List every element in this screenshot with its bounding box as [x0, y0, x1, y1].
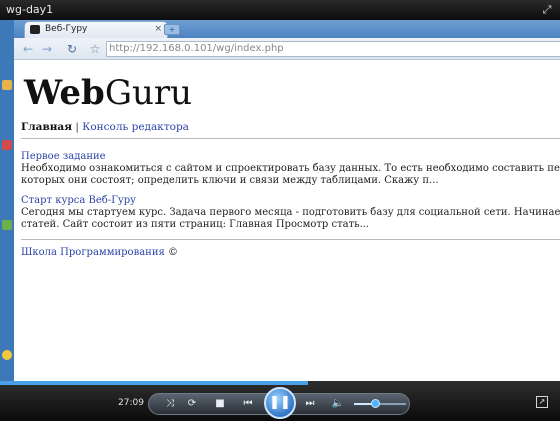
article: Первое задание Необходимо ознакомиться с…: [21, 151, 560, 187]
article-excerpt: которых они состоят; определить ключи и …: [21, 175, 439, 186]
new-tab-button[interactable]: +: [164, 24, 180, 35]
browser-toolbar: ← → ↻ ☆ http://192.168.0.101/wg/index.ph…: [14, 38, 560, 60]
desktop-folder-icon: [2, 80, 12, 90]
reload-icon[interactable]: ↻: [64, 41, 80, 57]
video-area[interactable]: Веб-Гуру × + ← → ↻ ☆ http://192.168.0.10…: [0, 20, 560, 381]
logo-web: Web: [24, 73, 105, 113]
previous-icon[interactable]: ⏮: [240, 397, 256, 411]
browser-tab[interactable]: Веб-Гуру ×: [24, 21, 168, 38]
speaker-icon[interactable]: 🔈: [330, 397, 346, 411]
back-arrow-icon[interactable]: ←: [20, 41, 36, 57]
switch-view-icon[interactable]: ↗: [536, 396, 548, 408]
footer-school-link[interactable]: Школа Программирования: [21, 247, 165, 258]
article-excerpt: Сегодня мы стартуем курс. Задача первого…: [21, 207, 560, 218]
player-titlebar: wg-day1 ⤢: [0, 0, 560, 20]
browser-window: Веб-Гуру × + ← → ↻ ☆ http://192.168.0.10…: [14, 20, 560, 381]
article-excerpt: Необходимо ознакомиться с сайтом и спрое…: [21, 163, 560, 174]
player-controls: 27:09 ⤨ ⟳ ■ ⏮ ❚❚ ⏭ 🔈 ↗: [0, 385, 560, 421]
site-footer: Школа Программирования ©: [21, 247, 178, 258]
tab-favicon-icon: [30, 25, 40, 34]
nav-separator: |: [75, 121, 79, 133]
fullscreen-toggle-icon[interactable]: ⤢: [540, 3, 554, 17]
time-display: 27:09: [118, 398, 144, 408]
site-logo[interactable]: WebGuru: [24, 73, 192, 113]
stop-icon[interactable]: ■: [212, 397, 228, 411]
divider: [21, 138, 560, 139]
desktop-app-icon: [2, 140, 12, 150]
nav-editor-console[interactable]: Консоль редактора: [82, 121, 189, 133]
address-bar[interactable]: http://192.168.0.101/wg/index.php: [106, 41, 560, 57]
next-icon[interactable]: ⏭: [302, 397, 318, 411]
article-title-link[interactable]: Старт курса Веб-Гуру: [21, 195, 560, 207]
article-excerpt: статей. Сайт состоит из пяти страниц: Гл…: [21, 219, 370, 230]
shuffle-icon[interactable]: ⤨: [162, 397, 178, 411]
pause-icon[interactable]: ❚❚: [264, 387, 296, 419]
web-page: WebGuru Главная | Консоль редактора Перв…: [14, 61, 560, 381]
desktop-strip: [0, 20, 14, 381]
tab-title: Веб-Гуру: [45, 24, 88, 34]
volume-slider[interactable]: [354, 403, 406, 405]
logo-guru: Guru: [104, 73, 193, 113]
window-title: wg-day1: [6, 3, 54, 16]
star-icon[interactable]: ☆: [87, 41, 103, 57]
desktop-smiley-icon: [2, 350, 12, 360]
site-nav: Главная | Консоль редактора: [21, 121, 189, 133]
copyright-symbol: ©: [167, 247, 178, 258]
volume-knob[interactable]: [370, 399, 380, 408]
desktop-app-icon: [2, 220, 12, 230]
article-title-link[interactable]: Первое задание: [21, 151, 560, 163]
article: Старт курса Веб-Гуру Сегодня мы стартуем…: [21, 195, 560, 231]
forward-arrow-icon[interactable]: →: [39, 41, 55, 57]
tabstrip: Веб-Гуру × +: [14, 20, 560, 38]
divider: [21, 239, 560, 240]
repeat-icon[interactable]: ⟳: [184, 397, 200, 411]
tab-close-icon[interactable]: ×: [154, 22, 162, 37]
nav-home[interactable]: Главная: [21, 121, 72, 133]
